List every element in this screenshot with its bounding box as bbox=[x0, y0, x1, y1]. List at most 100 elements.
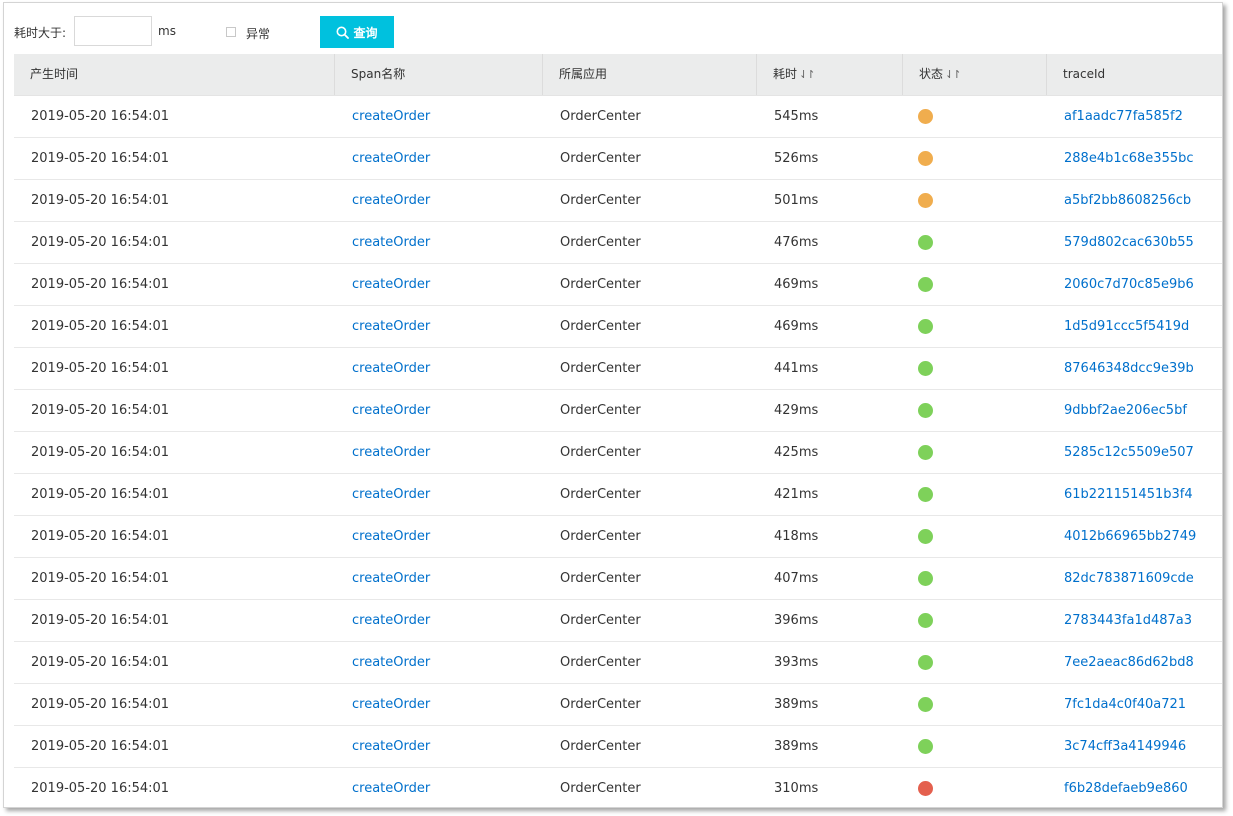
trace-id-link[interactable]: 2783443fa1d487a3 bbox=[1047, 613, 1222, 628]
table-row: 2019-05-20 16:54:01 createOrder OrderCente… bbox=[14, 96, 1222, 138]
table-row: 2019-05-20 16:54:01 createOrder OrderCente… bbox=[14, 222, 1222, 264]
cell-duration: 407ms bbox=[774, 571, 819, 586]
column-header-span-label: Span名称 bbox=[351, 67, 406, 81]
trace-id-link[interactable]: 2060c7d70c85e9b6 bbox=[1047, 277, 1222, 292]
trace-id-link[interactable]: 82dc783871609cde bbox=[1047, 571, 1222, 586]
cell-time: 2019-05-20 16:54:01 bbox=[31, 151, 170, 166]
span-name-link[interactable]: createOrder bbox=[335, 151, 543, 166]
span-name-link[interactable]: createOrder bbox=[335, 235, 543, 250]
cell-duration: 429ms bbox=[774, 403, 819, 418]
trace-id-link[interactable]: 7ee2aeac86d62bd8 bbox=[1047, 655, 1222, 670]
cell-duration: 469ms bbox=[774, 319, 819, 334]
trace-id-link[interactable]: 579d802cac630b55 bbox=[1047, 235, 1222, 250]
span-name-link[interactable]: createOrder bbox=[335, 109, 543, 124]
span-name-link[interactable]: createOrder bbox=[335, 613, 543, 628]
column-header-duration[interactable]: 耗时 ⇃↾ bbox=[757, 54, 903, 95]
trace-id-link[interactable]: 1d5d91ccc5f5419d bbox=[1047, 319, 1222, 334]
table-row: 2019-05-20 16:54:01 createOrder OrderCente… bbox=[14, 516, 1222, 558]
table-row: 2019-05-20 16:54:01 createOrder OrderCente… bbox=[14, 684, 1222, 726]
cell-duration: 310ms bbox=[774, 781, 819, 796]
cell-time: 2019-05-20 16:54:01 bbox=[31, 193, 170, 208]
trace-id-link[interactable]: 7fc1da4c0f40a721 bbox=[1047, 697, 1222, 712]
trace-id-link[interactable]: 4012b66965bb2749 bbox=[1047, 529, 1222, 544]
error-checkbox-label: 异常 bbox=[246, 27, 271, 41]
query-button-label: 查询 bbox=[353, 25, 378, 40]
cell-time: 2019-05-20 16:54:01 bbox=[31, 697, 170, 712]
cell-duration: 389ms bbox=[774, 697, 819, 712]
cell-app: OrderCenter bbox=[560, 151, 641, 166]
trace-id-link[interactable]: a5bf2bb8608256cb bbox=[1047, 193, 1222, 208]
cell-time: 2019-05-20 16:54:01 bbox=[31, 109, 170, 124]
span-name-link[interactable]: createOrder bbox=[335, 319, 543, 334]
column-header-time: 产生时间 bbox=[14, 54, 335, 95]
column-header-time-label: 产生时间 bbox=[30, 67, 79, 81]
table-row: 2019-05-20 16:54:01 createOrder OrderCente… bbox=[14, 264, 1222, 306]
trace-id-link[interactable]: af1aadc77fa585f2 bbox=[1047, 109, 1222, 124]
cell-duration: 396ms bbox=[774, 613, 819, 628]
status-indicator bbox=[918, 109, 933, 124]
table-header: 产生时间 Span名称 所属应用 耗时 ⇃↾ 状态 ⇃↾ traceId bbox=[14, 54, 1222, 96]
trace-id-link[interactable]: 61b221151451b3f4 bbox=[1047, 487, 1222, 502]
status-indicator bbox=[918, 151, 933, 166]
error-checkbox[interactable] bbox=[226, 27, 236, 37]
span-name-link[interactable]: createOrder bbox=[335, 529, 543, 544]
cell-time: 2019-05-20 16:54:01 bbox=[31, 403, 170, 418]
cell-status bbox=[903, 735, 1047, 758]
cell-time: 2019-05-20 16:54:01 bbox=[31, 571, 170, 586]
span-name-link[interactable]: createOrder bbox=[335, 697, 543, 712]
cell-status bbox=[903, 357, 1047, 380]
cell-app: OrderCenter bbox=[560, 739, 641, 754]
column-header-span: Span名称 bbox=[335, 54, 543, 95]
span-name-link[interactable]: createOrder bbox=[335, 739, 543, 754]
span-name-link[interactable]: createOrder bbox=[335, 193, 543, 208]
span-name-link[interactable]: createOrder bbox=[335, 781, 543, 796]
cell-duration: 476ms bbox=[774, 235, 819, 250]
search-icon bbox=[336, 26, 350, 39]
span-name-link[interactable]: createOrder bbox=[335, 655, 543, 670]
status-indicator bbox=[918, 277, 933, 292]
table-row: 2019-05-20 16:54:01 createOrder OrderCente… bbox=[14, 138, 1222, 180]
cell-time: 2019-05-20 16:54:01 bbox=[31, 319, 170, 334]
trace-id-link[interactable]: 87646348dcc9e39b bbox=[1047, 361, 1222, 376]
cell-status bbox=[903, 693, 1047, 716]
column-header-duration-label: 耗时 bbox=[773, 67, 798, 81]
span-name-link[interactable]: createOrder bbox=[335, 361, 543, 376]
status-indicator bbox=[918, 613, 933, 628]
span-name-link[interactable]: createOrder bbox=[335, 445, 543, 460]
query-button[interactable]: 查询 bbox=[320, 16, 394, 48]
cell-duration: 418ms bbox=[774, 529, 819, 544]
cell-duration: 425ms bbox=[774, 445, 819, 460]
cell-app: OrderCenter bbox=[560, 613, 641, 628]
trace-id-link[interactable]: f6b28defaeb9e860 bbox=[1047, 781, 1222, 796]
sort-icon[interactable]: ⇃↾ bbox=[945, 68, 962, 81]
cell-app: OrderCenter bbox=[560, 487, 641, 502]
trace-id-link[interactable]: 9dbbf2ae206ec5bf bbox=[1047, 403, 1222, 418]
column-header-status[interactable]: 状态 ⇃↾ bbox=[903, 54, 1047, 95]
cell-status bbox=[903, 273, 1047, 296]
column-header-status-label: 状态 bbox=[919, 67, 944, 81]
trace-id-link[interactable]: 5285c12c5509e507 bbox=[1047, 445, 1222, 460]
cell-time: 2019-05-20 16:54:01 bbox=[31, 487, 170, 502]
span-name-link[interactable]: createOrder bbox=[335, 403, 543, 418]
table-row: 2019-05-20 16:54:01 createOrder OrderCente… bbox=[14, 306, 1222, 348]
span-name-link[interactable]: createOrder bbox=[335, 571, 543, 586]
sort-icon[interactable]: ⇃↾ bbox=[799, 68, 816, 81]
cell-status bbox=[903, 567, 1047, 590]
trace-id-link[interactable]: 3c74cff3a4149946 bbox=[1047, 739, 1222, 754]
span-name-link[interactable]: createOrder bbox=[335, 487, 543, 502]
table-row: 2019-05-20 16:54:01 createOrder OrderCente… bbox=[14, 432, 1222, 474]
status-indicator bbox=[918, 193, 933, 208]
cell-status bbox=[903, 231, 1047, 254]
duration-input[interactable] bbox=[74, 16, 152, 46]
table-row: 2019-05-20 16:54:01 createOrder OrderCente… bbox=[14, 768, 1222, 807]
span-name-link[interactable]: createOrder bbox=[335, 277, 543, 292]
cell-status bbox=[903, 483, 1047, 506]
cell-duration: 441ms bbox=[774, 361, 819, 376]
cell-app: OrderCenter bbox=[560, 361, 641, 376]
cell-duration: 389ms bbox=[774, 739, 819, 754]
cell-app: OrderCenter bbox=[560, 193, 641, 208]
table-row: 2019-05-20 16:54:01 createOrder OrderCente… bbox=[14, 558, 1222, 600]
cell-status bbox=[903, 315, 1047, 338]
trace-id-link[interactable]: 288e4b1c68e355bc bbox=[1047, 151, 1222, 166]
cell-status bbox=[903, 189, 1047, 212]
